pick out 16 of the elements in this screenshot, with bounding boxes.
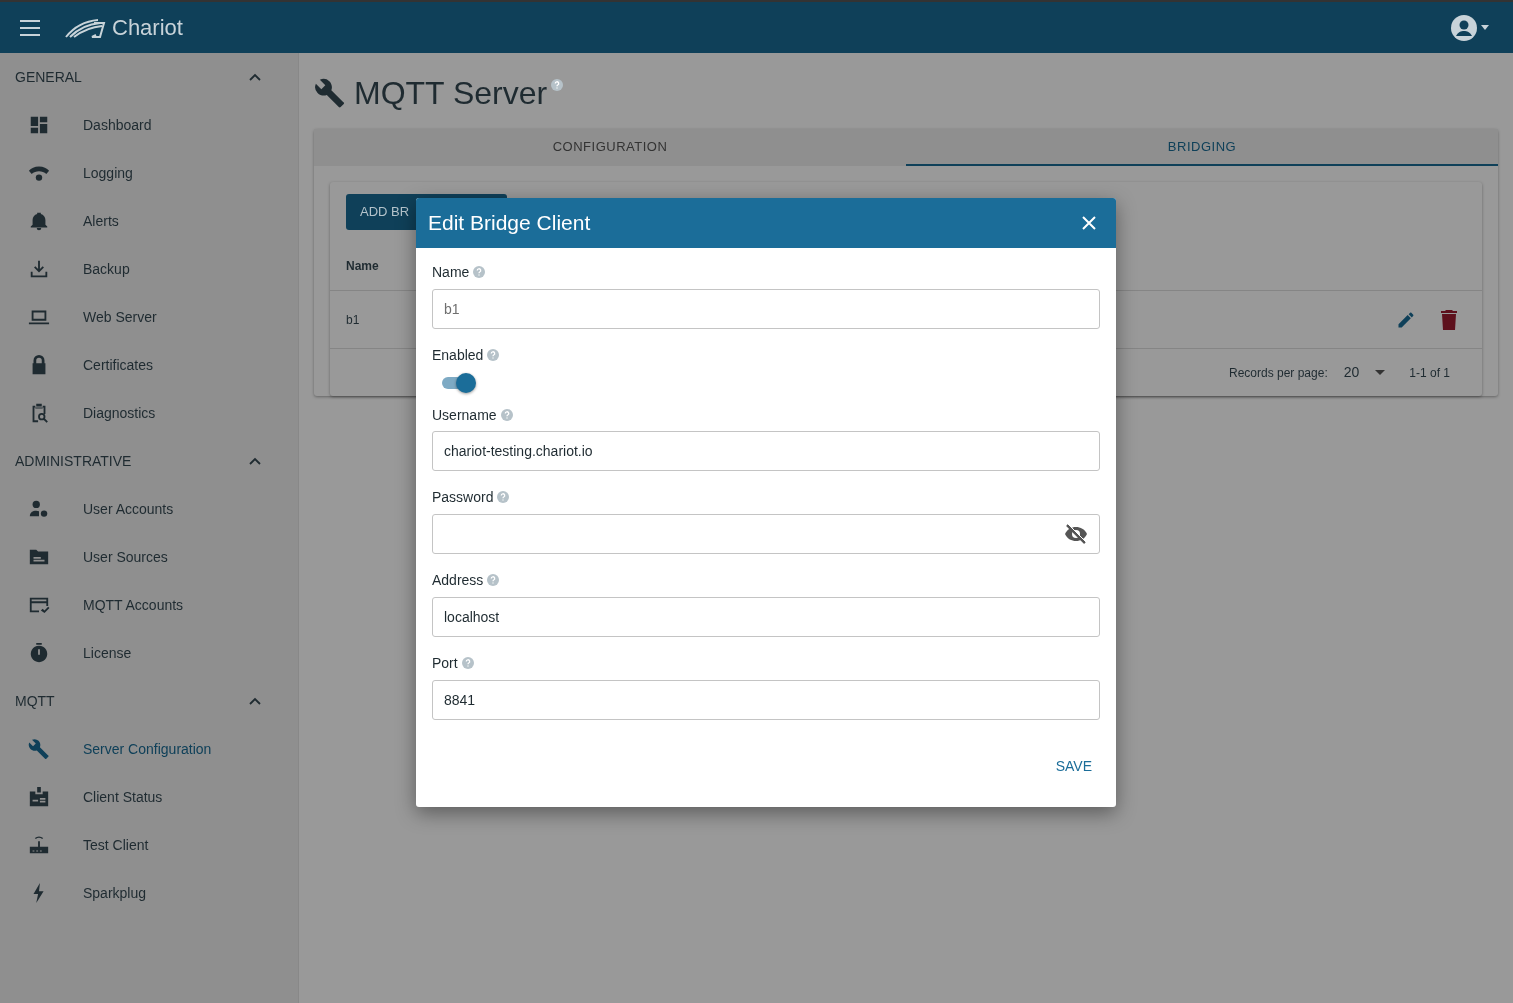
brand-name: Chariot (112, 14, 183, 42)
field-label: Port (432, 655, 458, 671)
field-label: Username (432, 406, 497, 423)
field-label: Address (432, 572, 484, 589)
page-title: MQTT Server (354, 77, 548, 109)
records-label: Records per page: (1229, 364, 1328, 382)
section-title: ADMINISTRATIVE (15, 451, 132, 471)
field-label: Enabled (432, 346, 484, 363)
field-label: Name (432, 264, 470, 280)
section-title: GENERAL (15, 67, 82, 87)
table-cell-text: b1 (346, 311, 360, 329)
page-range: 1-1 of 1 (1409, 364, 1450, 382)
dialog-title: Edit Bridge Client (428, 210, 591, 237)
column-header: Name (346, 258, 379, 275)
section-title: MQTT (15, 691, 55, 711)
field-label: Password (432, 489, 494, 506)
